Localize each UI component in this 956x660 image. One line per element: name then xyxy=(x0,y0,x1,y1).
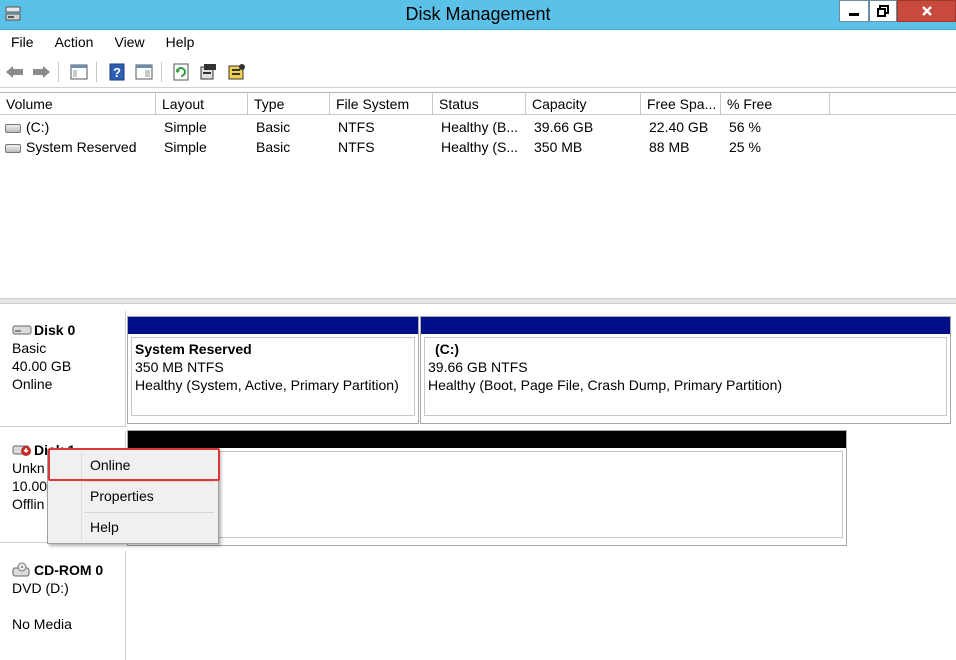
show-hide-button[interactable] xyxy=(133,61,155,83)
offline-disk-icon xyxy=(12,445,31,456)
back-arrow-icon xyxy=(6,66,23,78)
toolbar: ? xyxy=(0,56,956,88)
partition-status: Healthy (System, Active, Primary Partiti… xyxy=(135,377,399,393)
column-header-percent-free[interactable]: % Free xyxy=(721,93,830,115)
partition-c-drive[interactable]: (C:) 39.66 GB NTFS Healthy (Boot, Page F… xyxy=(420,316,951,424)
properties-button[interactable] xyxy=(197,61,219,83)
cd-rom-0-label[interactable]: CD-ROM 0 DVD (D:) No Media xyxy=(0,551,126,660)
restore-button[interactable] xyxy=(869,0,897,22)
volume-type: Basic xyxy=(256,139,291,155)
minimize-icon xyxy=(849,13,859,16)
help-icon: ? xyxy=(109,63,125,81)
column-header-layout[interactable]: Layout xyxy=(156,93,248,115)
volume-percent-free: 56 % xyxy=(729,119,761,135)
rescan-button[interactable] xyxy=(226,61,248,83)
refresh-icon xyxy=(173,63,189,81)
partition-name: (C:) xyxy=(435,341,460,357)
volume-status: Healthy (B... xyxy=(441,119,519,135)
column-header-file-system[interactable]: File System xyxy=(330,93,433,115)
disk-state: Online xyxy=(12,376,53,392)
menu-separator xyxy=(84,512,214,513)
menu-view[interactable]: View xyxy=(103,34,154,50)
disk-icon xyxy=(12,325,32,335)
menu-action[interactable]: Action xyxy=(44,34,104,50)
partition-disk-1[interactable] xyxy=(127,430,847,546)
toolbar-separator xyxy=(58,62,59,82)
drive-icon xyxy=(5,124,21,133)
svg-text:?: ? xyxy=(113,65,121,80)
show-hide-icon xyxy=(135,64,153,80)
disk-name: Disk 0 xyxy=(34,322,76,338)
volume-row[interactable]: System Reserved Simple Basic NTFS Health… xyxy=(0,137,956,157)
volume-free-space: 22.40 GB xyxy=(649,119,709,135)
restore-icon xyxy=(877,5,889,17)
refresh-button[interactable] xyxy=(170,61,192,83)
volume-name: System Reserved xyxy=(26,139,137,155)
volume-percent-free: 25 % xyxy=(729,139,761,155)
menu-file[interactable]: File xyxy=(0,34,44,50)
volume-layout: Simple xyxy=(164,139,207,155)
forward-button[interactable] xyxy=(30,61,52,83)
menu-help[interactable]: Help xyxy=(155,34,205,50)
close-icon xyxy=(921,6,932,16)
disk-state: No Media xyxy=(12,616,72,632)
volume-row[interactable]: (C:) Simple Basic NTFS Healthy (B... 39.… xyxy=(0,117,956,137)
drive-icon xyxy=(5,144,21,153)
volume-file-system: NTFS xyxy=(338,139,375,155)
volume-status: Healthy (S... xyxy=(441,139,519,155)
toolbar-separator xyxy=(96,62,97,82)
console-tree-icon xyxy=(70,64,88,80)
volume-list: Volume Layout Type File System Status Ca… xyxy=(0,92,956,298)
minimize-button[interactable] xyxy=(839,0,869,22)
partition-status: Healthy (Boot, Page File, Crash Dump, Pr… xyxy=(428,377,783,393)
menu-bar: File Action View Help xyxy=(0,30,956,54)
cd-rom-icon xyxy=(12,562,30,577)
disk-size: 40.00 GB xyxy=(12,358,72,374)
column-header-capacity[interactable]: Capacity xyxy=(526,93,641,115)
column-header-status[interactable]: Status xyxy=(433,93,526,115)
partition-name: System Reserved xyxy=(135,341,252,357)
back-button[interactable] xyxy=(4,61,26,83)
menu-separator xyxy=(84,481,214,482)
unknown-partition-bar xyxy=(128,431,846,448)
forward-arrow-icon xyxy=(33,66,50,78)
title-bar: Disk Management xyxy=(0,0,956,30)
volume-capacity: 350 MB xyxy=(534,139,583,155)
online-highlight-box xyxy=(48,448,220,481)
volume-name: (C:) xyxy=(26,119,50,135)
column-header-free-space[interactable]: Free Spa... xyxy=(641,93,721,115)
column-header-type[interactable]: Type xyxy=(248,93,330,115)
column-header-empty xyxy=(830,93,956,115)
volume-file-system: NTFS xyxy=(338,119,375,135)
partition-system-reserved[interactable]: System Reserved 350 MB NTFS Healthy (Sys… xyxy=(127,316,419,424)
partition-size: 39.66 GB NTFS xyxy=(428,359,528,375)
disk-0-label[interactable]: Disk 0 Basic 40.00 GB Online xyxy=(0,311,126,427)
close-button[interactable] xyxy=(897,0,956,22)
properties-icon xyxy=(200,64,216,80)
help-button[interactable]: ? xyxy=(106,61,128,83)
disk-type: DVD (D:) xyxy=(12,580,69,596)
volume-capacity: 39.66 GB xyxy=(534,119,594,135)
console-tree-button[interactable] xyxy=(68,61,90,83)
disk-type: Basic xyxy=(12,340,47,356)
rescan-icon xyxy=(228,64,245,80)
volume-free-space: 88 MB xyxy=(649,139,690,155)
volume-layout: Simple xyxy=(164,119,207,135)
disk-name: CD-ROM 0 xyxy=(34,562,104,578)
primary-partition-bar xyxy=(421,317,950,334)
column-header-volume[interactable]: Volume xyxy=(0,93,156,115)
primary-partition-bar xyxy=(128,317,418,334)
menu-item-help[interactable]: Help xyxy=(50,514,216,540)
toolbar-separator xyxy=(161,62,162,82)
partition-size: 350 MB NTFS xyxy=(135,359,224,375)
menu-item-properties[interactable]: Properties xyxy=(50,483,216,509)
window-title: Disk Management xyxy=(405,4,551,24)
volume-type: Basic xyxy=(256,119,291,135)
